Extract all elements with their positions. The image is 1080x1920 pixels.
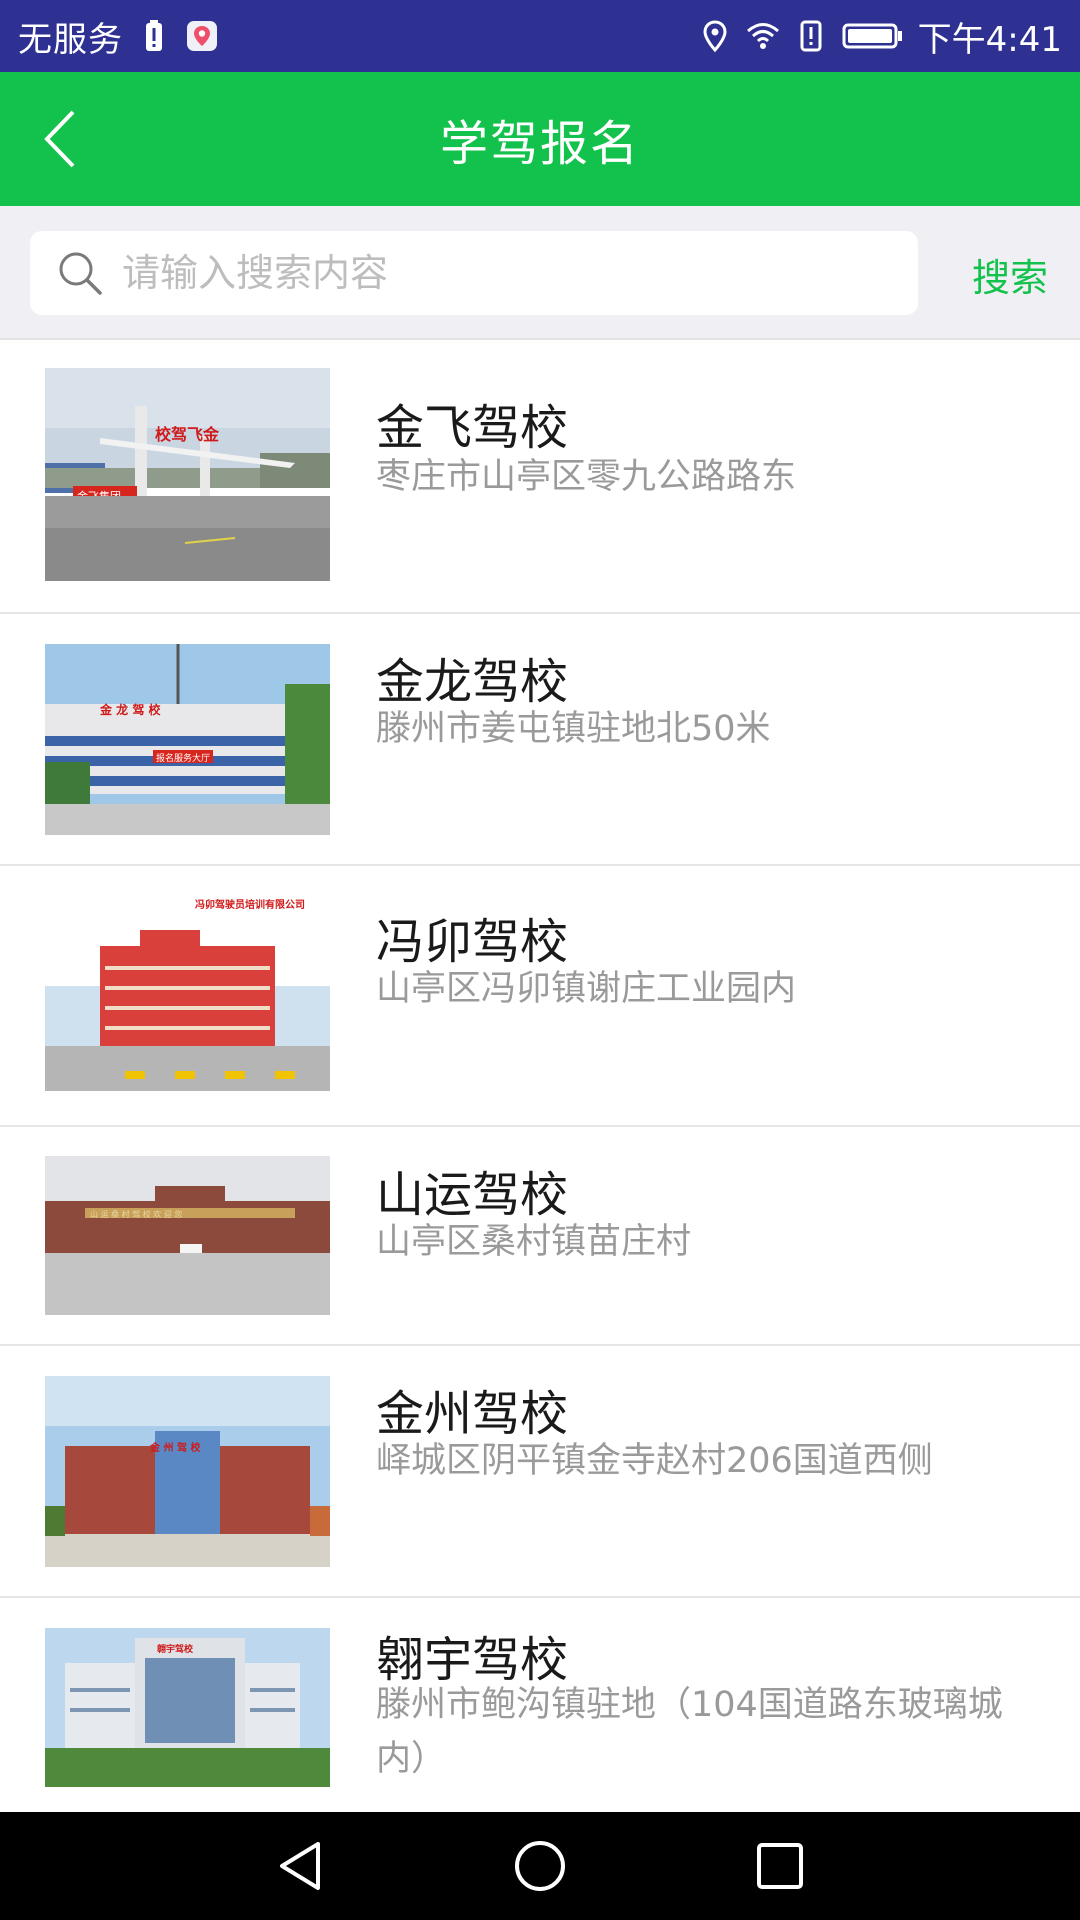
school-photo: 校驾飞金 金飞集团 [45, 368, 330, 581]
wifi-icon [746, 23, 779, 49]
school-address: 枣庄市山亭区零九公路路东 [376, 457, 797, 497]
search-icon [59, 252, 102, 295]
photo-sign-text: 冯卯驾驶员培训有限公司 [195, 898, 305, 911]
list-item[interactable]: 金 龙 驾 校 报名服务大厅 金龙驾校 滕州市姜屯镇驻地北50米 [0, 614, 1080, 866]
battery-icon [842, 23, 902, 49]
school-photo: 翱宇驾校 [45, 1628, 330, 1787]
school-name: 金飞驾校 [376, 400, 569, 456]
search-button[interactable]: 搜索 [950, 236, 1070, 312]
signal-alert-icon [800, 20, 822, 52]
nav-back-icon[interactable] [272, 1838, 328, 1894]
page-title: 学驾报名 [439, 116, 640, 172]
photo-sign-text: 金 龙 驾 校 [99, 702, 162, 717]
back-button[interactable] [36, 108, 86, 170]
app-header: 学驾报名 [0, 72, 1080, 206]
search-input[interactable] [122, 251, 882, 295]
school-address: 山亭区桑村镇苗庄村 [376, 1222, 692, 1262]
status-bar: 无服务 下午4:41 [0, 0, 1080, 72]
nav-home-icon[interactable] [512, 1838, 568, 1894]
photo-sign-text: 报名服务大厅 [156, 752, 210, 764]
app-notification-icon [187, 21, 217, 51]
school-address: 峄城区阴平镇金寺赵村206国道西侧 [376, 1441, 933, 1481]
system-nav-bar [0, 1812, 1080, 1920]
school-photo: 金 州 驾 校 [45, 1376, 330, 1567]
school-photo: 金 龙 驾 校 报名服务大厅 [45, 644, 330, 835]
photo-sign-text: 山 运 桑 村 驾 校 欢 迎 您 [90, 1209, 182, 1219]
photo-sign-text: 金 州 驾 校 [149, 1441, 201, 1454]
clock-text: 下午4:41 [917, 19, 1062, 60]
school-address: 滕州市姜屯镇驻地北50米 [376, 709, 771, 749]
list-item[interactable]: 金 州 驾 校 金州驾校 峄城区阴平镇金寺赵村206国道西侧 [0, 1346, 1080, 1598]
location-icon [703, 20, 727, 53]
back-arrow-icon [44, 110, 75, 168]
school-list: 校驾飞金 金飞集团 金飞驾校 枣庄市山亭区零九公路路东 金 龙 驾 校 [0, 342, 1080, 1812]
list-item[interactable]: 翱宇驾校 翱宇驾校 滕州市鲍沟镇驻地（104国道路东玻璃城内） [0, 1598, 1080, 1812]
photo-sign-text: 翱宇驾校 [156, 1643, 194, 1655]
school-photo: 山 运 桑 村 驾 校 欢 迎 您 [45, 1156, 330, 1315]
school-address: 山亭区冯卯镇谢庄工业园内 [376, 969, 797, 1009]
list-item[interactable]: 校驾飞金 金飞集团 金飞驾校 枣庄市山亭区零九公路路东 [0, 342, 1080, 614]
list-item[interactable]: 山 运 桑 村 驾 校 欢 迎 您 山运驾校 山亭区桑村镇苗庄村 [0, 1127, 1080, 1346]
search-box[interactable] [30, 231, 918, 315]
carrier-text: 无服务 [18, 19, 123, 60]
list-item[interactable]: 冯卯驾驶员培训有限公司 冯卯驾校 山亭区冯卯镇谢庄工业园内 [0, 866, 1080, 1127]
search-bar: 搜索 [0, 206, 1080, 340]
nav-recents-icon[interactable] [752, 1838, 808, 1894]
battery-alert-icon [146, 20, 162, 51]
school-photo: 冯卯驾驶员培训有限公司 [45, 896, 330, 1091]
photo-sign-text: 校驾飞金 [155, 425, 220, 444]
school-address: 滕州市鲍沟镇驻地（104国道路东玻璃城内） [376, 1685, 1003, 1779]
